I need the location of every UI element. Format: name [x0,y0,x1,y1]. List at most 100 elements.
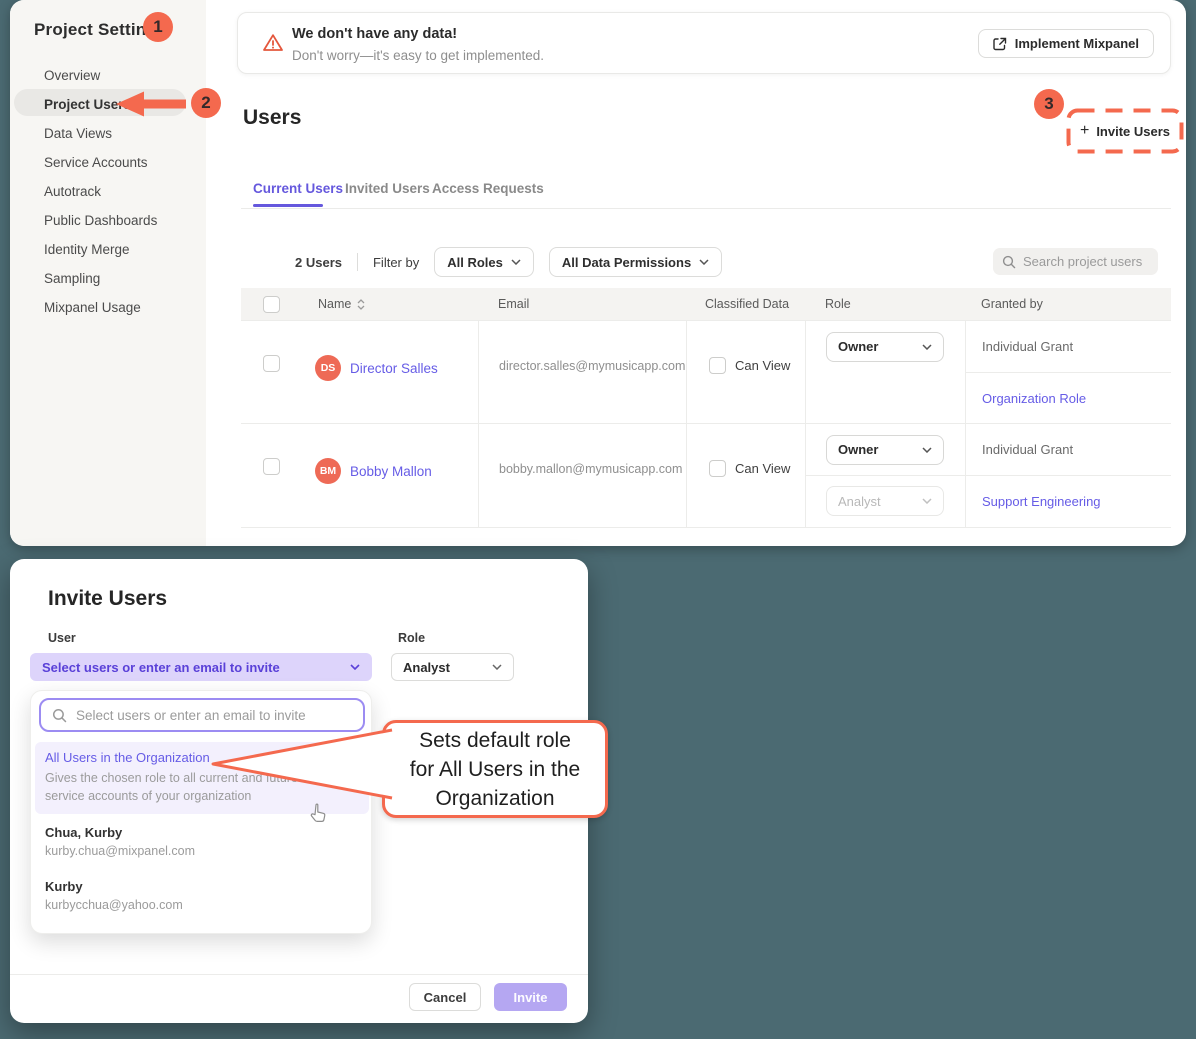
callout-line: Sets default role [419,726,571,755]
user-field-label: User [48,631,76,645]
project-settings-page: Project Settings Overview Project Users … [10,0,1186,546]
settings-sidebar: Project Settings Overview Project Users … [10,0,206,546]
modal-footer-divider [10,974,588,975]
table-row: DS Director Salles director.salles@mymus… [241,321,1171,424]
invite-submit-button[interactable]: Invite [494,983,567,1011]
chevron-down-icon [511,259,521,265]
search-project-users-box [993,248,1158,275]
tab-access-requests[interactable]: Access Requests [432,181,544,196]
callout-line: for All Users in the [410,755,580,784]
option-title: All Users in the Organization [45,750,210,765]
col-header-name[interactable]: Name [318,297,351,311]
annotation-arrow-icon [116,91,188,117]
filter-by-label: Filter by [373,255,419,270]
select-all-checkbox[interactable] [263,296,280,313]
banner-title: We don't have any data! [292,26,457,42]
role-select[interactable]: Owner [826,435,944,465]
modal-title: Invite Users [48,587,167,611]
sort-icon[interactable] [357,299,365,310]
banner-subtitle: Don't worry—it's easy to get implemented… [292,48,544,63]
sidebar-item-service-accounts[interactable]: Service Accounts [44,153,194,173]
role-select-value: Owner [838,339,878,354]
invite-users-button[interactable]: + Invite Users [1074,116,1176,146]
users-toolbar: 2 Users Filter by All Roles All Data Per… [241,246,1171,278]
banner-button-label: Implement Mixpanel [1015,36,1139,51]
role-select-value: Analyst [403,660,450,675]
step-badge-1: 1 [143,12,173,42]
can-view-checkbox[interactable] [709,460,726,477]
role-select[interactable]: Owner [826,332,944,362]
sidebar-item-mixpanel-usage[interactable]: Mixpanel Usage [44,298,194,318]
sidebar-item-overview[interactable]: Overview [44,66,194,86]
option-user-2-email[interactable]: kurbycchua@yahoo.com [45,898,183,912]
option-user-2[interactable]: Kurby [45,879,83,894]
sidebar-item-autotrack[interactable]: Autotrack [44,182,194,202]
sidebar-item-public-dashboards[interactable]: Public Dashboards [44,211,194,231]
implement-mixpanel-button[interactable]: Implement Mixpanel [978,29,1154,58]
chevron-down-icon [699,259,709,265]
table-header-row: Name Email Classified Data Role Granted … [241,288,1171,321]
can-view-label: Can View [735,358,790,373]
search-icon [1002,255,1016,269]
toolbar-divider [357,253,358,271]
avatar: DS [315,355,341,381]
search-icon [52,708,67,723]
col-header-granted-by: Granted by [965,297,1171,311]
users-page-title: Users [243,106,301,130]
can-view-checkbox[interactable] [709,357,726,374]
granted-by-value: Individual Grant [966,339,1073,354]
permissions-filter-dropdown[interactable]: All Data Permissions [549,247,722,277]
no-data-banner: We don't have any data! Don't worry—it's… [237,12,1171,74]
user-name-link[interactable]: Director Salles [350,361,438,376]
chevron-down-icon [922,344,932,350]
user-email: bobby.mallon@mymusicapp.com [479,424,686,476]
warning-icon [262,33,284,53]
roles-filter-label: All Roles [447,255,503,270]
avatar: BM [315,458,341,484]
plus-icon: + [1080,124,1089,138]
role-select-disabled: Analyst [826,486,944,516]
granted-by-link[interactable]: Organization Role [966,391,1086,406]
col-header-classified: Classified Data [686,297,805,311]
active-tab-underline [253,204,323,207]
sidebar-item-identity-merge[interactable]: Identity Merge [44,240,194,260]
step-badge-3: 3 [1034,89,1064,119]
user-select-trigger[interactable]: Select users or enter an email to invite [30,653,372,681]
row-checkbox[interactable] [263,458,280,475]
chevron-down-icon [922,447,932,453]
invite-users-zone: + Invite Users [1066,108,1184,154]
cancel-button[interactable]: Cancel [409,983,481,1011]
chevron-down-icon [922,498,932,504]
callout-tail [205,714,395,814]
search-project-users-input[interactable] [1023,254,1148,269]
user-select-value: Select users or enter an email to invite [42,660,280,675]
sidebar-item-sampling[interactable]: Sampling [44,269,194,289]
user-email: director.salles@mymusicapp.com [479,321,686,373]
role-select-trigger[interactable]: Analyst [391,653,514,681]
tab-invited-users[interactable]: Invited Users [345,181,430,196]
granted-by-link[interactable]: Support Engineering [966,494,1101,509]
user-count: 2 Users [295,255,342,270]
tab-current-users[interactable]: Current Users [253,181,343,196]
col-header-role: Role [805,297,965,311]
row-checkbox[interactable] [263,355,280,372]
callout-line: Organization [435,784,554,813]
roles-filter-dropdown[interactable]: All Roles [434,247,534,277]
sidebar-item-data-views[interactable]: Data Views [44,124,194,144]
tabs-divider [241,208,1171,209]
permissions-filter-label: All Data Permissions [562,255,691,270]
step-badge-2: 2 [191,88,221,118]
invite-users-button-label: Invite Users [1096,124,1170,139]
user-name-link[interactable]: Bobby Mallon [350,464,432,479]
granted-by-value: Individual Grant [966,442,1073,457]
role-select-value: Analyst [838,494,881,509]
annotation-callout: Sets default role for All Users in the O… [382,720,608,818]
chevron-down-icon [492,664,502,670]
chevron-down-icon [350,664,360,670]
option-user-1-email[interactable]: kurby.chua@mixpanel.com [45,844,195,858]
external-link-icon [993,37,1007,51]
option-user-1[interactable]: Chua, Kurby [45,825,122,840]
role-select-value: Owner [838,442,878,457]
table-row: BM Bobby Mallon bobby.mallon@mymusicapp.… [241,424,1171,528]
screenshot-root: Project Settings Overview Project Users … [0,0,1196,1039]
